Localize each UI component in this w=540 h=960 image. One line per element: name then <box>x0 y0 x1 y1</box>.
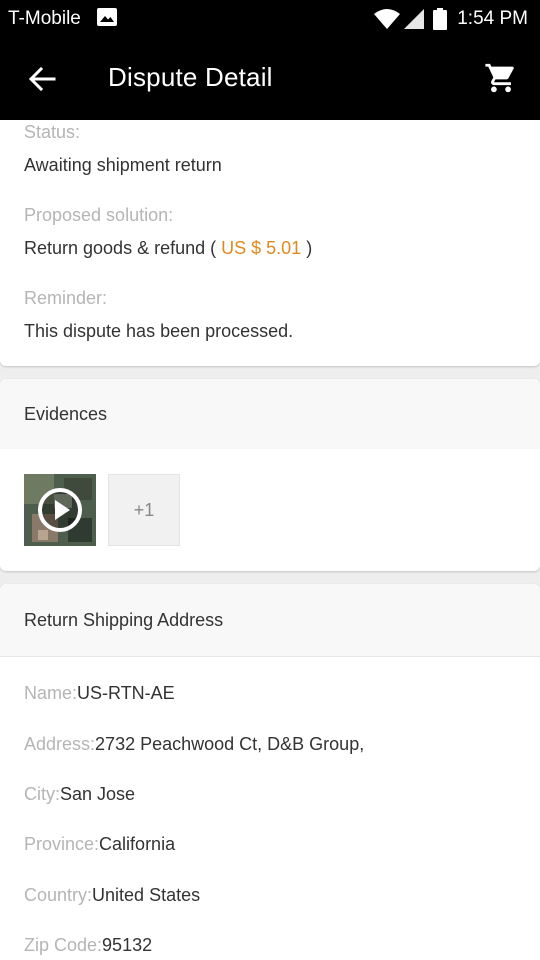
evidence-video-thumbnail[interactable] <box>24 474 96 546</box>
image-notification-icon <box>97 8 117 26</box>
play-icon <box>38 488 82 532</box>
refund-amount: US $ 5.01 <box>221 238 302 258</box>
address-row-zip: Zip Code:95132 <box>24 935 152 956</box>
evidences-title: Evidences <box>24 404 108 424</box>
status-value: Awaiting shipment return <box>24 155 222 175</box>
return-address-card: Return Shipping Address Name:US-RTN-AE A… <box>0 584 540 960</box>
address-value: US-RTN-AE <box>77 683 175 703</box>
evidences-card: Evidences +1 <box>0 379 540 571</box>
address-row-country: Country:United States <box>24 885 200 906</box>
app-bar: Dispute Detail <box>0 38 540 120</box>
proposed-solution-value: Return goods & refund ( US $ 5.01 ) <box>24 238 312 259</box>
return-address-title: Return Shipping Address <box>24 610 224 630</box>
signal-icon <box>404 9 425 29</box>
status-bar: T-Mobile 1:54 PM <box>0 0 540 38</box>
address-value: 95132 <box>102 935 153 955</box>
wifi-icon <box>374 9 401 29</box>
address-row-city: City:San Jose <box>24 784 135 805</box>
address-key: Address: <box>24 734 96 754</box>
address-key: Name: <box>24 683 78 703</box>
address-row-province: Province:California <box>24 834 175 855</box>
back-arrow-icon[interactable] <box>28 65 56 93</box>
dispute-info-card: Status: Awaiting shipment return Propose… <box>0 120 540 366</box>
page-title: Dispute Detail <box>108 62 273 92</box>
battery-icon <box>433 8 448 30</box>
address-row-name: Name:US-RTN-AE <box>24 683 175 704</box>
evidences-header: Evidences <box>0 379 540 449</box>
clock: 1:54 PM <box>457 8 528 29</box>
more-evidence-count: +1 <box>133 499 155 520</box>
proposed-solution-label: Proposed solution: <box>24 205 174 225</box>
address-value: California <box>99 834 176 854</box>
address-row-address: Address:2732 Peachwood Ct, D&B Group, <box>24 734 364 755</box>
solution-close-paren: ) <box>306 238 313 258</box>
address-value: 2732 Peachwood Ct, D&B Group, <box>95 734 365 754</box>
address-key: Zip Code: <box>24 935 103 955</box>
address-key: Province: <box>24 834 100 854</box>
reminder-label: Reminder: <box>24 288 108 308</box>
address-key: Country: <box>24 885 93 905</box>
return-address-header: Return Shipping Address <box>0 584 540 657</box>
carrier-name: T-Mobile <box>8 8 81 29</box>
reminder-value: This dispute has been processed. <box>24 321 294 341</box>
address-key: City: <box>24 784 60 804</box>
more-evidence-tile[interactable]: +1 <box>108 474 180 546</box>
address-value: United States <box>92 885 201 905</box>
status-label: Status: <box>24 122 81 142</box>
shopping-cart-icon[interactable] <box>484 61 518 95</box>
solution-text: Return goods & refund ( <box>24 238 217 258</box>
address-value: San Jose <box>60 784 136 804</box>
